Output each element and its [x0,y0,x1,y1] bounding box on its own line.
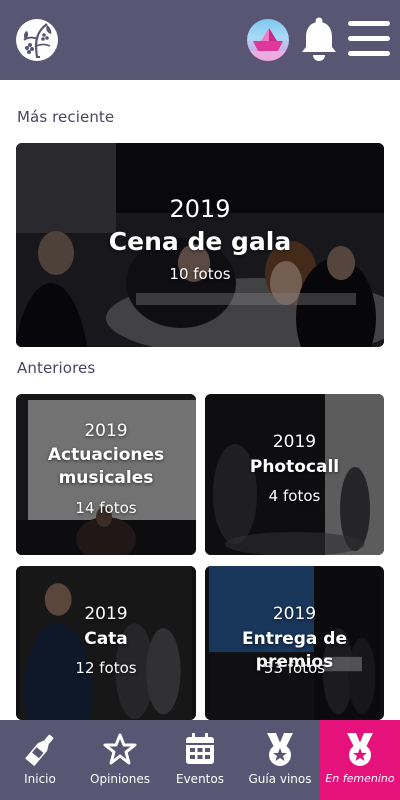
album-card[interactable]: 2019 Photocall 4 fotos [205,394,384,555]
album-card[interactable]: 2019 Entrega de premios 53 fotos [205,566,384,720]
album-title: Cata [84,629,128,649]
hamburger-menu-icon[interactable] [348,20,390,58]
featured-album-card[interactable]: 2019 Cena de gala 10 fotos [16,143,384,347]
album-card[interactable]: 2019 Cata 12 fotos [16,566,196,720]
album-photo-count: 12 fotos [75,659,137,677]
bottom-navigation: Inicio Opiniones Eventos Guía vinos En f… [0,720,400,800]
bell-icon[interactable] [300,16,338,62]
album-photo-count: 4 fotos [268,487,321,505]
album-photo-count: 10 fotos [169,265,231,283]
wine-bottle-icon [25,734,54,767]
star-icon [103,733,137,765]
app-header [0,0,400,80]
nav-label: Opiniones [90,772,150,786]
nav-item-en-femenino[interactable]: En femenino [320,720,400,800]
album-year: 2019 [84,604,128,624]
album-photo-count: 53 fotos [263,659,326,677]
album-title: Actuaciones musicales [47,445,165,488]
calendar-icon [186,733,214,764]
album-year: 2019 [169,195,231,223]
nav-item-eventos[interactable]: Eventos [160,720,240,800]
album-photo-count: 14 fotos [75,499,137,517]
paper-boat-avatar-icon[interactable] [247,19,289,61]
medal-icon [267,733,293,766]
nav-item-guia-vinos[interactable]: Guía vinos [240,720,320,800]
album-title: Cena de gala [108,227,292,256]
nav-item-opiniones[interactable]: Opiniones [80,720,160,800]
album-year: 2019 [272,604,317,624]
album-year: 2019 [272,432,317,452]
section-title-previous: Anteriores [17,359,96,377]
nav-label: Inicio [24,772,56,786]
nav-label: Guía vinos [248,772,312,786]
album-title: Photocall [249,457,340,477]
nav-label: En femenino [325,772,395,785]
grape-vine-logo-icon[interactable] [16,19,58,61]
nav-item-inicio[interactable]: Inicio [0,720,80,800]
album-card[interactable]: 2019 Actuaciones musicales 14 fotos [16,394,196,555]
album-year: 2019 [84,421,128,441]
medal-icon [347,733,373,766]
section-title-recent: Más reciente [17,108,115,126]
nav-label: Eventos [176,772,224,786]
